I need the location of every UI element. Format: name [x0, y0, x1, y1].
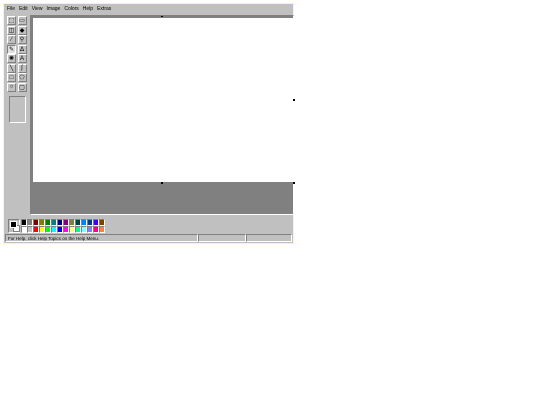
tool-options-panel[interactable] [9, 95, 26, 123]
menu-colors[interactable]: Colors [62, 5, 80, 14]
free-select-icon: ⬚ [8, 18, 15, 24]
rect-select-icon: ▭ [19, 18, 25, 24]
fill-icon: ◆ [19, 27, 25, 34]
menu-bar: File Edit View Image Colors Help Extras [5, 5, 292, 14]
color-palette [6, 217, 116, 235]
menu-extras[interactable]: Extras [95, 5, 113, 14]
menu-image[interactable]: Image [44, 5, 62, 14]
color-picker-icon: ⁄ [10, 36, 12, 43]
rounded-rectangle-icon: ▢ [19, 84, 25, 91]
resize-handle-right[interactable] [293, 99, 295, 101]
paint-window: File Edit View Image Colors Help Extras … [3, 3, 295, 244]
airbrush-icon: ✺ [8, 56, 15, 62]
brush-icon: ᐃ [19, 46, 25, 53]
text-tool[interactable]: A [17, 54, 27, 63]
resize-handle-bottom[interactable] [161, 182, 163, 184]
curve-icon: ∫ [21, 65, 23, 71]
brush-tool[interactable]: ᐃ [17, 44, 27, 54]
status-bar: For Help, click Help Topics on the Help … [5, 234, 292, 242]
rectangle-tool[interactable]: □ [7, 73, 16, 82]
drawing-canvas[interactable] [33, 18, 293, 182]
ellipse-icon: ○ [9, 84, 14, 90]
curve-tool[interactable]: ∫ [17, 63, 27, 73]
resize-handle-top [161, 16, 163, 17]
pencil-icon: ✎ [8, 46, 15, 53]
resize-handle-corner[interactable] [293, 182, 295, 184]
eraser-icon: ◫ [8, 27, 15, 34]
toolbox: ⬚ ▭ ◫ ◆ ⁄ ⚲ ✎ ᐃ ✺ A ╲ ∫ □ ⬠ ○ ▢ [6, 15, 30, 215]
ellipse-tool[interactable]: ○ [7, 82, 16, 92]
magnifier-tool[interactable]: ⚲ [17, 35, 27, 44]
palette-swatches [21, 219, 105, 233]
menu-view[interactable]: View [30, 5, 45, 14]
canvas-area[interactable] [30, 15, 295, 215]
color-swatch[interactable] [99, 226, 105, 233]
text-icon: A [19, 55, 24, 62]
magnifier-icon: ⚲ [19, 37, 25, 43]
airbrush-tool[interactable]: ✺ [7, 54, 16, 63]
status-size [246, 234, 292, 242]
line-icon: ╲ [9, 65, 14, 72]
menu-file[interactable]: File [5, 5, 17, 14]
pencil-tool[interactable]: ✎ [7, 44, 16, 54]
menu-edit[interactable]: Edit [17, 5, 30, 14]
polygon-tool[interactable]: ⬠ [17, 73, 27, 82]
free-select-tool[interactable]: ⬚ [7, 16, 16, 25]
current-colors-box[interactable] [8, 219, 20, 233]
polygon-icon: ⬠ [19, 75, 25, 81]
rectangle-icon: □ [9, 74, 14, 81]
color-picker-tool[interactable]: ⁄ [7, 35, 16, 44]
fill-tool[interactable]: ◆ [17, 25, 27, 35]
line-tool[interactable]: ╲ [7, 63, 16, 73]
status-coordinates [198, 234, 246, 242]
foreground-color-swatch [10, 221, 17, 228]
status-help-text: For Help, click Help Topics on the Help … [5, 234, 198, 242]
color-swatch[interactable] [99, 219, 105, 226]
rect-select-tool[interactable]: ▭ [17, 16, 27, 25]
rounded-rectangle-tool[interactable]: ▢ [17, 82, 27, 92]
tools-grid: ⬚ ▭ ◫ ◆ ⁄ ⚲ ✎ ᐃ ✺ A ╲ ∫ □ ⬠ ○ ▢ [6, 15, 30, 93]
menu-help[interactable]: Help [81, 5, 95, 14]
eraser-tool[interactable]: ◫ [7, 25, 16, 35]
